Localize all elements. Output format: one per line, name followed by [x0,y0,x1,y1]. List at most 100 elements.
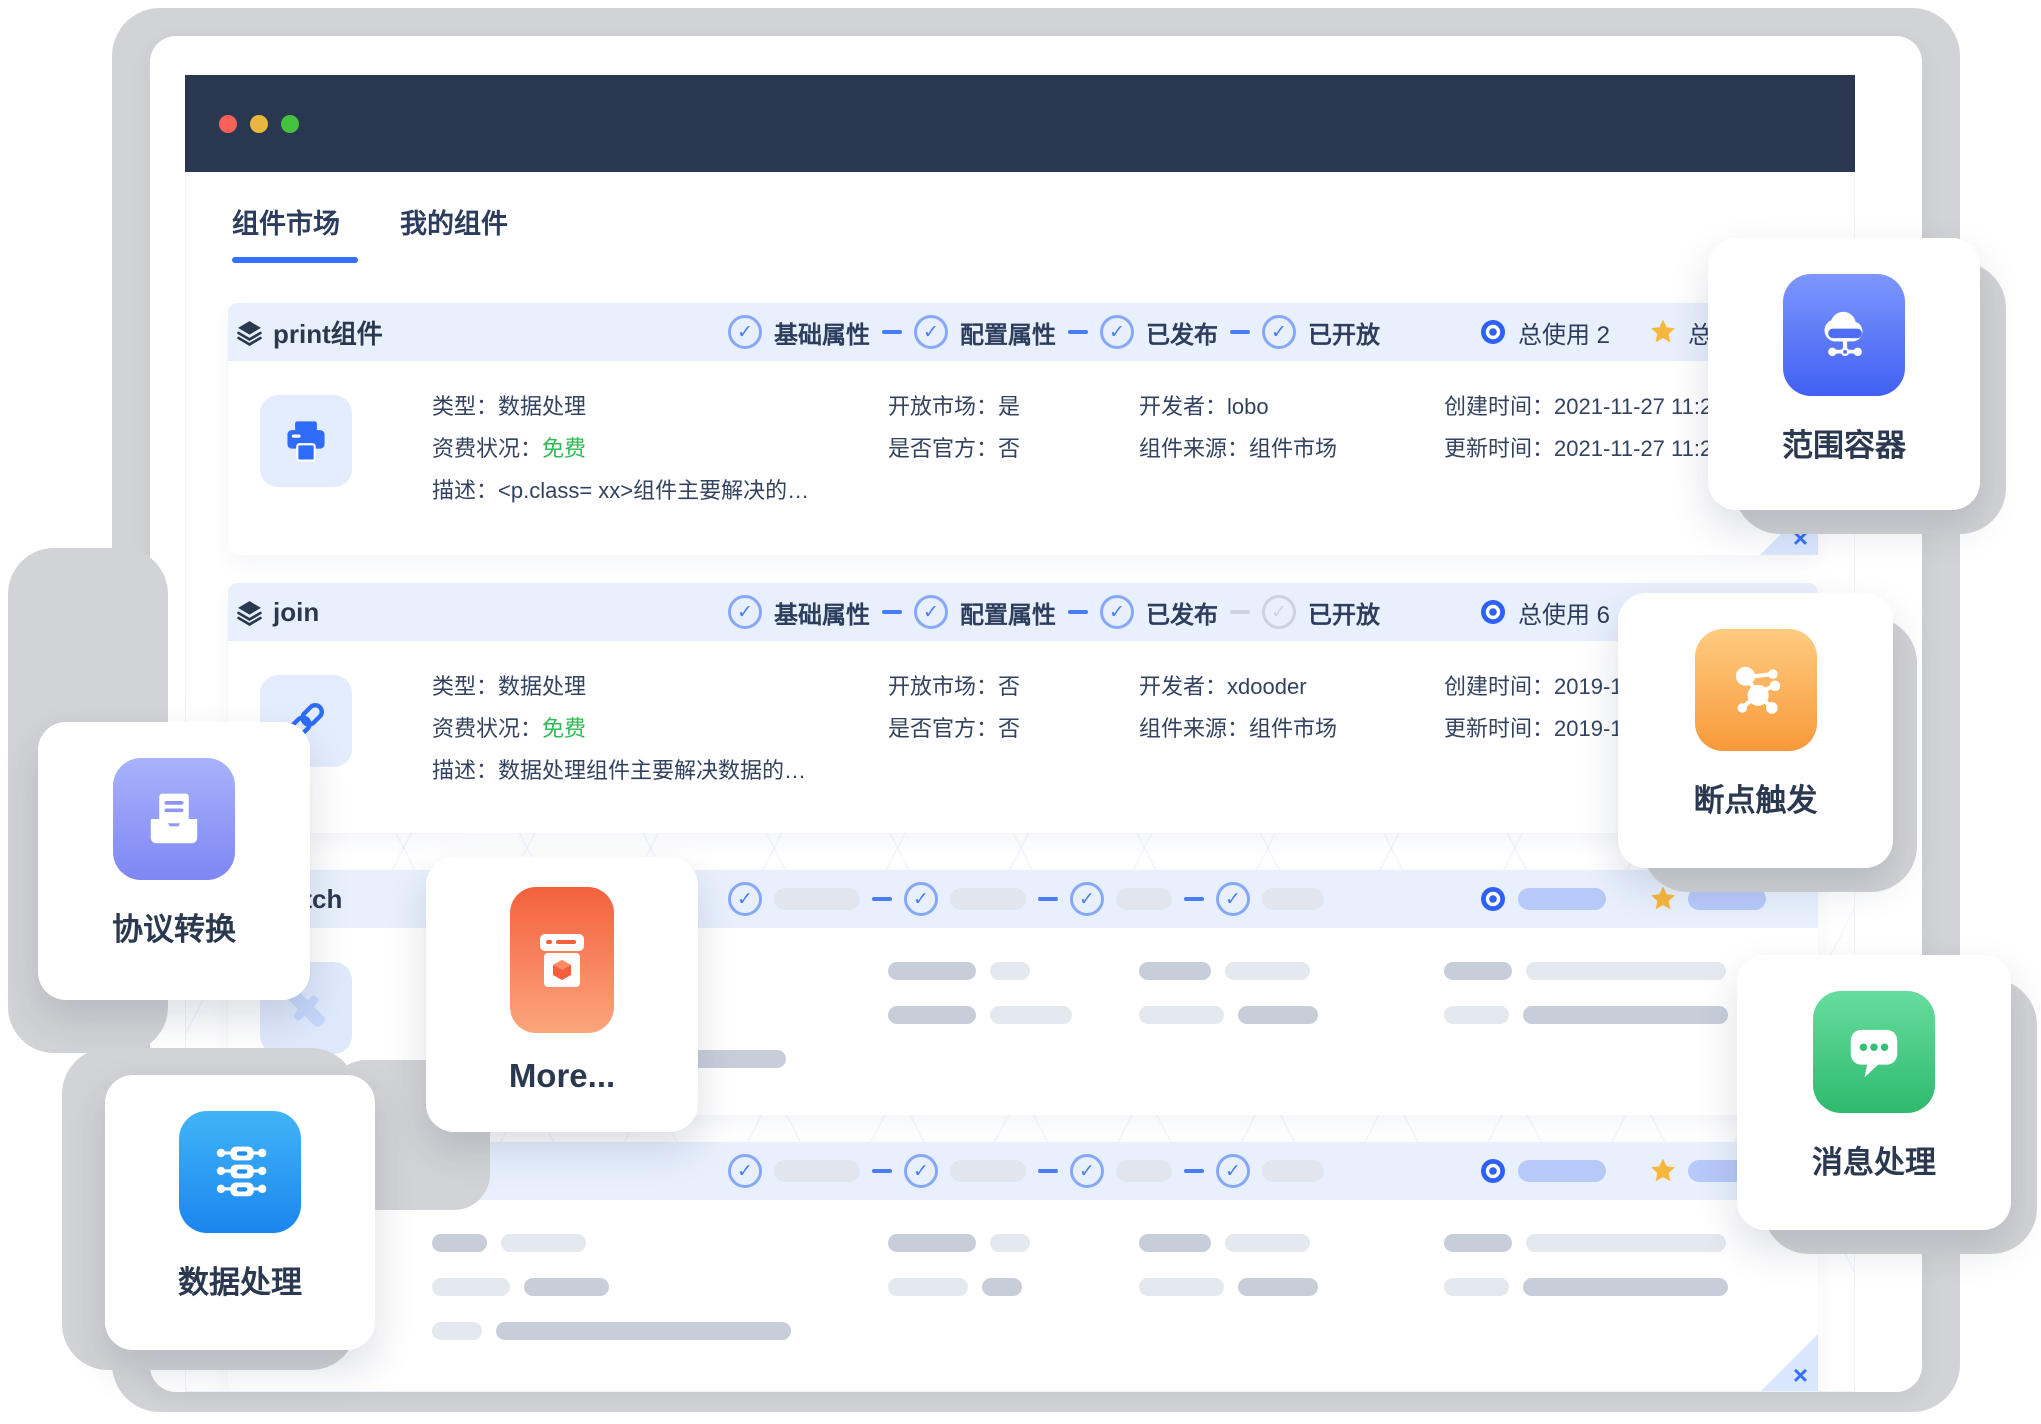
card-title-group: join [236,583,319,641]
window-titlebar [185,75,1855,172]
minimize-window-icon[interactable] [250,115,268,133]
tab-bar: 组件市场 我的组件 [232,202,508,263]
skeleton-pill [1116,1160,1172,1182]
card-body: 类型：数据处理 资费状况：免费 描述：数据处理组件主要解决数据的… 开放市场：否… [228,641,1818,833]
skeleton-row [1444,1278,1728,1296]
float-card-protocol-conversion[interactable]: 协议转换 [38,722,310,1000]
step-connector [1038,1169,1058,1173]
check-circle-icon [914,595,948,629]
step-connector [1184,897,1204,901]
views-icon [1478,884,1508,914]
skeleton-pill [774,1160,860,1182]
step-label: 配置属性 [960,595,1056,630]
usage-counter-skeleton [1478,870,1606,928]
check-circle-icon [914,315,948,349]
check-circle-icon [1070,882,1104,916]
step-connector [882,610,902,614]
float-card-breakpoint-trigger[interactable]: 断点触发 [1618,593,1893,868]
step-connector [872,897,892,901]
traffic-lights [219,115,299,133]
card-body: 类型：数据处理 资费状况：免费 描述：<p.class= xx>组件主要解决的…… [228,361,1818,555]
field-market: 开放市场：是 [888,389,1020,421]
tab-my-components[interactable]: 我的组件 [400,202,508,263]
step-connector [1230,330,1250,334]
skeleton-row [888,1006,1072,1024]
skeleton-row [888,1278,1022,1296]
skeleton-row [888,962,1030,980]
float-card-message-processing[interactable]: 消息处理 [1737,955,2011,1230]
maximize-window-icon[interactable] [281,115,299,133]
skeleton-row [1139,1278,1318,1296]
step-label: 已发布 [1146,595,1218,630]
check-circle-icon [728,595,762,629]
layers-icon [236,319,263,346]
step-connector [872,1169,892,1173]
card-title-group: print组件 [236,303,383,361]
skeleton-row [1444,962,1726,980]
float-card-more[interactable]: More... [426,857,698,1132]
check-circle-icon [1216,1154,1250,1188]
views-icon [1478,1156,1508,1186]
skeleton-row [1444,1234,1726,1252]
field-fee: 资费状况：免费 [432,711,586,743]
float-card-label: 数据处理 [178,1257,302,1302]
field-source: 组件来源：组件市场 [1139,711,1337,743]
usage-text: 总使用 6 [1518,595,1610,630]
float-card-label: More... [509,1057,615,1095]
field-type: 类型：数据处理 [432,669,586,701]
card-header: print组件 基础属性 配置属性 已发布 已开放 [228,303,1818,361]
check-circle-icon [904,1154,938,1188]
step-label: 已开放 [1308,595,1380,630]
skeleton-row [432,1278,609,1296]
skeleton-pill [950,888,1026,910]
card-body: × [228,1200,1818,1392]
field-developer: 开发者：xdooder [1139,669,1307,701]
skeleton-pill [1518,888,1606,910]
close-window-icon[interactable] [219,115,237,133]
check-circle-icon [904,882,938,916]
close-card-button[interactable]: × [1793,1362,1808,1388]
store-icon [510,887,614,1033]
printer-icon [282,417,330,465]
card-corner-triangle [1760,1334,1818,1392]
tab-component-market[interactable]: 组件市场 [232,202,340,263]
field-source: 组件来源：组件市场 [1139,431,1337,463]
status-steps: 基础属性 配置属性 已发布 已开放 [728,583,1380,641]
skeleton-pill [950,1160,1026,1182]
cloud-server-icon [1783,274,1905,396]
field-developer: 开发者：lobo [1139,389,1269,421]
views-icon [1478,597,1508,627]
views-icon [1478,317,1508,347]
component-card-print[interactable]: print组件 基础属性 配置属性 已发布 已开放 [228,303,1818,555]
skeleton-pill [1262,1160,1324,1182]
check-circle-icon [1100,595,1134,629]
field-desc: 描述：数据处理组件主要解决数据的… [432,753,806,785]
skeleton-row [888,1234,1030,1252]
usage-counter: 总使用 2 [1478,303,1610,361]
field-created: 创建时间：2021-11-27 11:2 [1444,389,1712,421]
float-card-label: 消息处理 [1812,1137,1936,1182]
step-label: 已开放 [1308,315,1380,350]
component-card-join[interactable]: join 基础属性 配置属性 已发布 已开放 [228,583,1818,833]
step-label: 配置属性 [960,315,1056,350]
skeleton-pill [1116,888,1172,910]
field-updated: 更新时间：2021-11-27 11:2 [1444,431,1712,463]
card-header: join 基础属性 配置属性 已发布 已开放 [228,583,1818,641]
status-steps: 基础属性 配置属性 已发布 已开放 [728,303,1380,361]
step-connector [1068,610,1088,614]
skeleton-row [432,1322,791,1340]
field-desc: 描述：<p.class= xx>组件主要解决的… [432,473,809,505]
step-connector [1230,610,1250,614]
float-card-label: 范围容器 [1782,420,1906,465]
float-card-data-processing[interactable]: 数据处理 [105,1075,375,1350]
float-card-label: 断点触发 [1694,775,1818,820]
inbox-document-icon [113,758,235,880]
check-circle-icon [728,1154,762,1188]
component-icon-box [260,395,352,487]
check-circle-icon [728,315,762,349]
skeleton-pill [1518,1160,1606,1182]
layers-icon [236,599,263,626]
float-card-scope-container[interactable]: 范围容器 [1708,238,1980,510]
step-label: 已发布 [1146,315,1218,350]
field-official: 是否官方：否 [888,711,1020,743]
